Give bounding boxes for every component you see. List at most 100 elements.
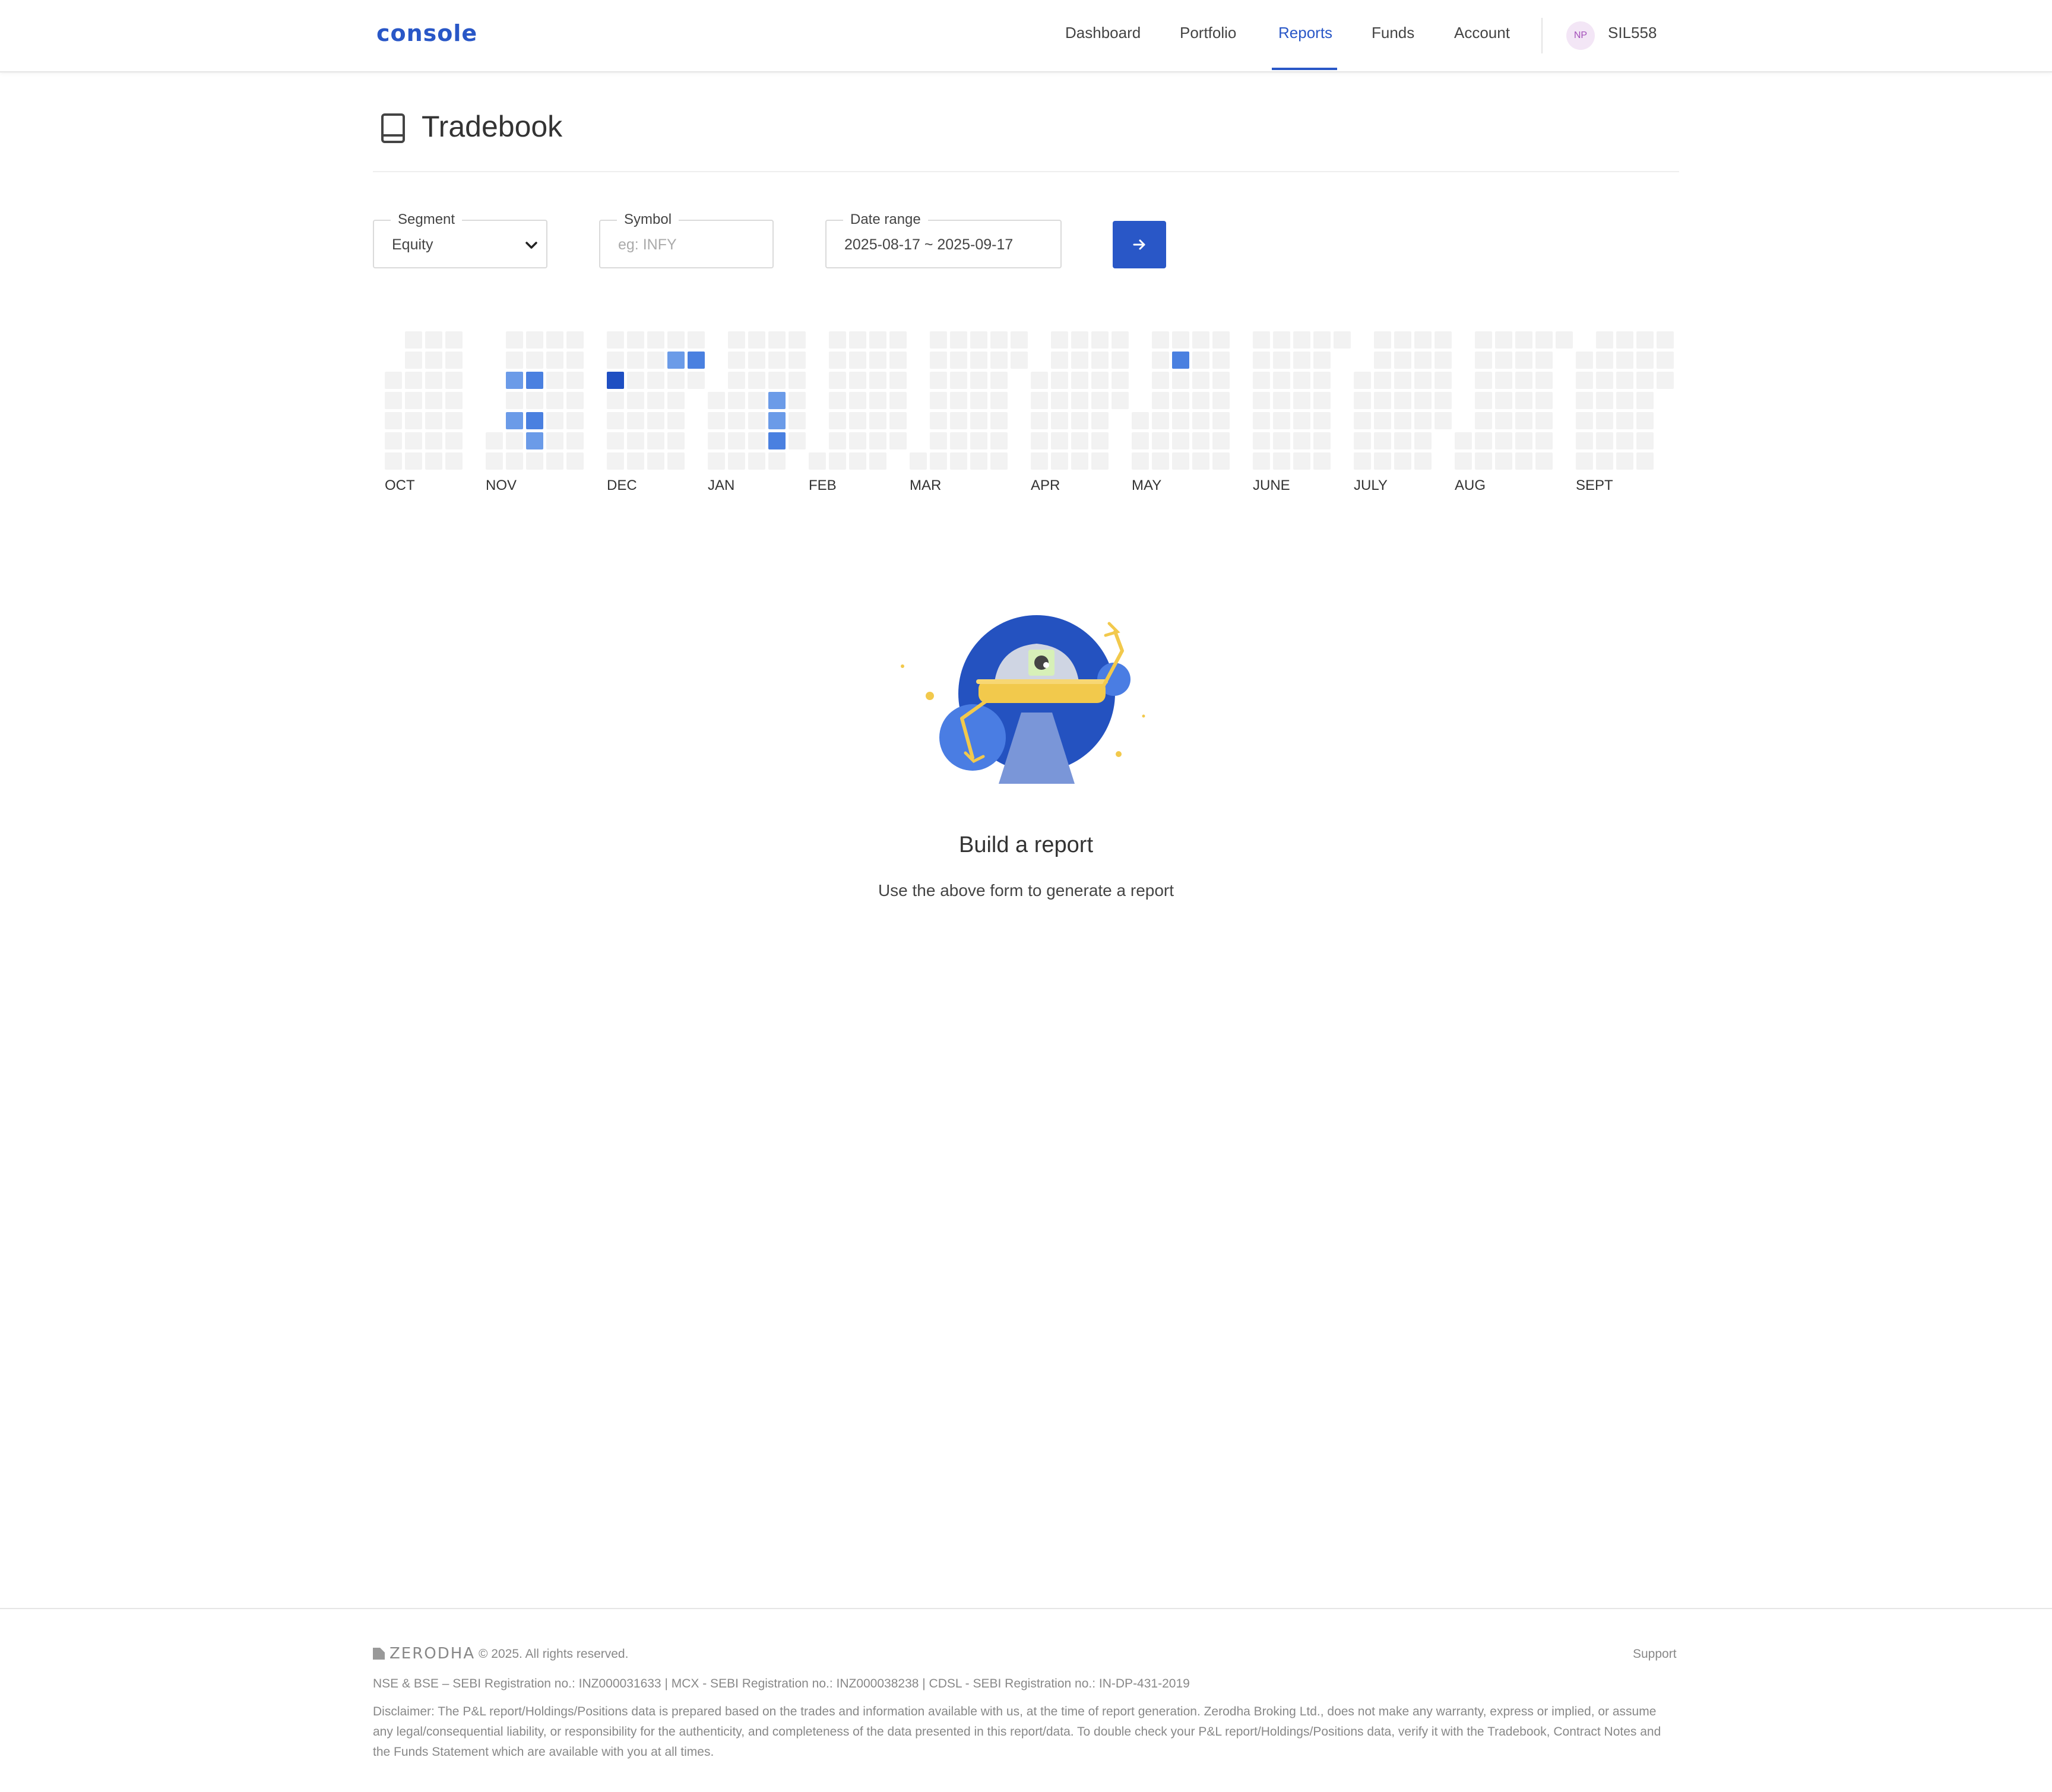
- heatmap-cell[interactable]: [1374, 412, 1391, 429]
- heatmap-cell[interactable]: [1576, 412, 1593, 429]
- heatmap-cell[interactable]: [1455, 452, 1472, 470]
- heatmap-cell[interactable]: [566, 392, 584, 409]
- heatmap-cell[interactable]: [1495, 432, 1512, 449]
- heatmap-cell[interactable]: [688, 331, 705, 349]
- heatmap-cell[interactable]: [930, 331, 947, 349]
- heatmap-cell[interactable]: [1414, 392, 1432, 409]
- heatmap-cell[interactable]: [829, 392, 846, 409]
- heatmap-cell[interactable]: [1535, 352, 1553, 369]
- heatmap-cell[interactable]: [1434, 412, 1452, 429]
- heatmap-cell[interactable]: [1212, 392, 1230, 409]
- heatmap-cell[interactable]: [627, 331, 644, 349]
- heatmap-cell[interactable]: [1495, 392, 1512, 409]
- heatmap-cell[interactable]: [768, 372, 786, 389]
- heatmap-cell[interactable]: [405, 432, 422, 449]
- heatmap-cell[interactable]: [385, 432, 402, 449]
- heatmap-cell[interactable]: [546, 331, 563, 349]
- heatmap-cell[interactable]: [1657, 331, 1674, 349]
- heatmap-cell[interactable]: [1636, 412, 1654, 429]
- heatmap-cell[interactable]: [788, 432, 806, 449]
- heatmap-cell[interactable]: [1051, 331, 1068, 349]
- heatmap-cell[interactable]: [425, 352, 442, 369]
- heatmap-cell[interactable]: [1616, 372, 1633, 389]
- heatmap-cell[interactable]: [627, 352, 644, 369]
- heatmap-cell[interactable]: [405, 352, 422, 369]
- heatmap-cell[interactable]: [385, 392, 402, 409]
- heatmap-cell[interactable]: [1374, 352, 1391, 369]
- heatmap-cell[interactable]: [1011, 331, 1028, 349]
- heatmap-cell[interactable]: [708, 412, 725, 429]
- heatmap-cell[interactable]: [667, 331, 685, 349]
- heatmap-cell[interactable]: [970, 352, 987, 369]
- heatmap-cell[interactable]: [1495, 412, 1512, 429]
- heatmap-cell[interactable]: [1616, 412, 1633, 429]
- heatmap-cell[interactable]: [385, 412, 402, 429]
- heatmap-cell[interactable]: [1475, 392, 1492, 409]
- heatmap-cell[interactable]: [1031, 432, 1048, 449]
- heatmap-cell[interactable]: [1091, 432, 1109, 449]
- heatmap-cell[interactable]: [445, 412, 463, 429]
- heatmap-cell[interactable]: [647, 392, 664, 409]
- heatmap-cell[interactable]: [748, 412, 765, 429]
- support-link[interactable]: Support: [1633, 1647, 1677, 1661]
- heatmap-cell[interactable]: [1556, 331, 1573, 349]
- heatmap-cell[interactable]: [1616, 331, 1633, 349]
- heatmap-cell[interactable]: [1535, 331, 1553, 349]
- heatmap-cell[interactable]: [849, 452, 866, 470]
- heatmap-cell[interactable]: [869, 331, 886, 349]
- heatmap-cell[interactable]: [990, 352, 1008, 369]
- heatmap-cell[interactable]: [1293, 331, 1310, 349]
- heatmap-cell[interactable]: [526, 392, 543, 409]
- heatmap-cell[interactable]: [1535, 392, 1553, 409]
- heatmap-cell[interactable]: [526, 452, 543, 470]
- heatmap-cell[interactable]: [667, 392, 685, 409]
- heatmap-cell[interactable]: [445, 452, 463, 470]
- heatmap-cell[interactable]: [1636, 352, 1654, 369]
- heatmap-cell[interactable]: [788, 331, 806, 349]
- heatmap-cell[interactable]: [1212, 331, 1230, 349]
- heatmap-cell[interactable]: [950, 412, 967, 429]
- heatmap-cell[interactable]: [869, 372, 886, 389]
- heatmap-cell[interactable]: [647, 331, 664, 349]
- heatmap-cell[interactable]: [930, 352, 947, 369]
- heatmap-cell[interactable]: [728, 392, 745, 409]
- heatmap-cell[interactable]: [1091, 372, 1109, 389]
- heatmap-cell[interactable]: [1394, 352, 1411, 369]
- heatmap-cell[interactable]: [1031, 372, 1048, 389]
- heatmap-cell[interactable]: [667, 452, 685, 470]
- heatmap-cell[interactable]: [607, 452, 624, 470]
- heatmap-cell[interactable]: [1616, 432, 1633, 449]
- heatmap-cell[interactable]: [566, 352, 584, 369]
- heatmap-cell[interactable]: [647, 412, 664, 429]
- console-logo[interactable]: console: [376, 20, 477, 46]
- heatmap-cell[interactable]: [1414, 352, 1432, 369]
- heatmap-cell[interactable]: [1091, 331, 1109, 349]
- heatmap-cell[interactable]: [930, 392, 947, 409]
- heatmap-cell[interactable]: [627, 452, 644, 470]
- heatmap-cell[interactable]: [1091, 412, 1109, 429]
- heatmap-cell[interactable]: [1253, 452, 1270, 470]
- heatmap-cell[interactable]: [889, 372, 907, 389]
- heatmap-cell[interactable]: [1394, 392, 1411, 409]
- heatmap-cell[interactable]: [1273, 452, 1290, 470]
- heatmap-cell[interactable]: [647, 432, 664, 449]
- heatmap-cell[interactable]: [768, 412, 786, 429]
- nav-dashboard[interactable]: Dashboard: [1065, 24, 1141, 42]
- heatmap-cell[interactable]: [930, 432, 947, 449]
- heatmap-cell[interactable]: [607, 392, 624, 409]
- heatmap-cell[interactable]: [889, 352, 907, 369]
- heatmap-cell[interactable]: [1616, 392, 1633, 409]
- heatmap-cell[interactable]: [970, 432, 987, 449]
- heatmap-cell[interactable]: [869, 352, 886, 369]
- heatmap-cell[interactable]: [1031, 452, 1048, 470]
- heatmap-cell[interactable]: [1071, 432, 1088, 449]
- heatmap-cell[interactable]: [889, 392, 907, 409]
- heatmap-cell[interactable]: [1354, 452, 1371, 470]
- submit-button[interactable]: [1113, 221, 1166, 268]
- heatmap-cell[interactable]: [425, 372, 442, 389]
- heatmap-cell[interactable]: [667, 352, 685, 369]
- heatmap-cell[interactable]: [1576, 432, 1593, 449]
- heatmap-cell[interactable]: [1071, 412, 1088, 429]
- heatmap-cell[interactable]: [1455, 432, 1472, 449]
- heatmap-cell[interactable]: [1515, 412, 1532, 429]
